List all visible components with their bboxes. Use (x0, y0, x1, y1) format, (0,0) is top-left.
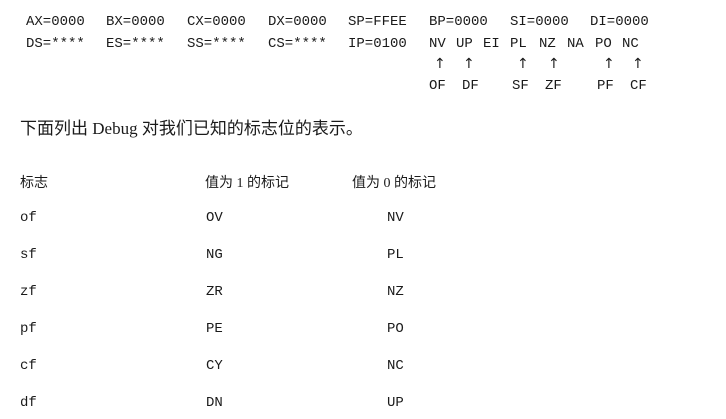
cell-set-mark: PE (206, 321, 223, 337)
cell-set-mark: DN (206, 395, 223, 411)
cell-flag: zf (20, 284, 37, 300)
register-cx: CX=0000 (187, 14, 246, 30)
register-ip: IP=0100 (348, 36, 407, 52)
arrow-up-icon: ↑ (548, 56, 560, 72)
header-clear-mark: 值为 0 的标记 (352, 176, 436, 191)
cell-clear-mark: PO (387, 321, 404, 337)
flag-name-of: OF (429, 78, 446, 94)
cell-flag: df (20, 395, 37, 411)
register-di: DI=0000 (590, 14, 649, 30)
arrow-up-icon: ↑ (603, 56, 615, 72)
flag-value-ei: EI (483, 36, 500, 52)
cell-flag: cf (20, 358, 37, 374)
flag-value-po: PO (595, 36, 612, 52)
register-sp: SP=FFEE (348, 14, 407, 30)
register-bp: BP=0000 (429, 14, 488, 30)
cell-flag: pf (20, 321, 37, 337)
intro-paragraph: 下面列出 Debug 对我们已知的标志位的表示。 (20, 119, 363, 138)
cell-set-mark: CY (206, 358, 223, 374)
cell-clear-mark: UP (387, 395, 404, 411)
register-si: SI=0000 (510, 14, 569, 30)
flag-name-zf: ZF (545, 78, 562, 94)
flag-value-na: NA (567, 36, 584, 52)
cell-clear-mark: NV (387, 210, 404, 226)
flag-value-nz: NZ (539, 36, 556, 52)
cell-flag: of (20, 210, 37, 226)
flag-name-df: DF (462, 78, 479, 94)
register-bx: BX=0000 (106, 14, 165, 30)
header-flag: 标志 (20, 176, 48, 191)
header-set-mark: 值为 1 的标记 (205, 176, 289, 191)
cell-clear-mark: PL (387, 247, 404, 263)
arrow-up-icon: ↑ (463, 56, 475, 72)
register-ax: AX=0000 (26, 14, 85, 30)
flag-value-nv: NV (429, 36, 446, 52)
flag-value-up: UP (456, 36, 473, 52)
register-cs: CS=**** (268, 36, 327, 52)
cell-clear-mark: NC (387, 358, 404, 374)
register-es: ES=**** (106, 36, 165, 52)
flag-name-cf: CF (630, 78, 647, 94)
flag-value-nc: NC (622, 36, 639, 52)
cell-clear-mark: NZ (387, 284, 404, 300)
flag-name-pf: PF (597, 78, 614, 94)
flag-value-pl: PL (510, 36, 527, 52)
register-ss: SS=**** (187, 36, 246, 52)
arrow-up-icon: ↑ (434, 56, 446, 72)
arrow-up-icon: ↑ (632, 56, 644, 72)
register-ds: DS=**** (26, 36, 85, 52)
cell-flag: sf (20, 247, 37, 263)
cell-set-mark: NG (206, 247, 223, 263)
cell-set-mark: ZR (206, 284, 223, 300)
flag-name-sf: SF (512, 78, 529, 94)
cell-set-mark: OV (206, 210, 223, 226)
register-dx: DX=0000 (268, 14, 327, 30)
arrow-up-icon: ↑ (517, 56, 529, 72)
